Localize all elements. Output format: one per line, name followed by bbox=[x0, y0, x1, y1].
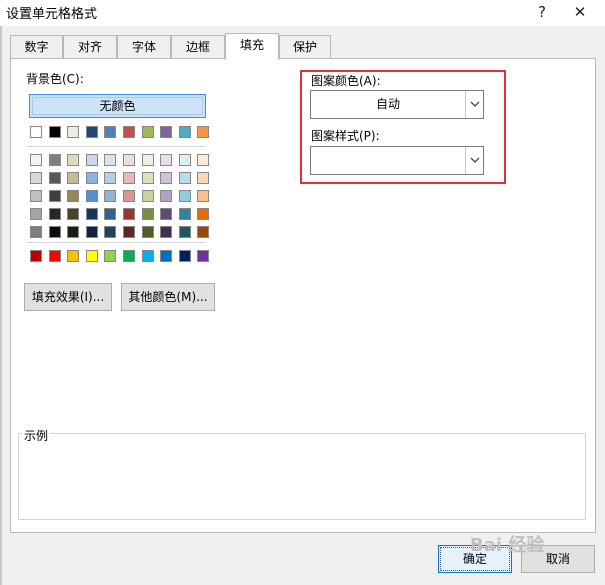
color-swatch[interactable] bbox=[67, 226, 80, 238]
color-swatch[interactable] bbox=[197, 126, 210, 138]
tab-protection[interactable]: 保护 bbox=[279, 35, 331, 59]
standard-color-swatch[interactable] bbox=[48, 250, 61, 262]
color-swatch[interactable] bbox=[30, 126, 42, 138]
color-swatch[interactable] bbox=[123, 126, 135, 138]
tab-border[interactable]: 边框 bbox=[171, 35, 225, 59]
standard-color-swatch[interactable] bbox=[104, 250, 117, 262]
color-swatch[interactable] bbox=[123, 190, 135, 202]
color-swatch[interactable] bbox=[123, 172, 135, 184]
palette-separator bbox=[26, 242, 206, 243]
color-swatch[interactable] bbox=[197, 190, 210, 202]
color-swatch[interactable] bbox=[160, 172, 173, 184]
color-swatch[interactable] bbox=[141, 226, 154, 238]
close-icon[interactable]: ✕ bbox=[566, 1, 594, 23]
color-swatch[interactable] bbox=[160, 226, 173, 238]
color-swatch[interactable] bbox=[141, 208, 154, 220]
focus-ring bbox=[32, 97, 203, 115]
color-swatch[interactable] bbox=[67, 208, 80, 220]
color-swatch[interactable] bbox=[48, 154, 61, 166]
standard-color-swatch[interactable] bbox=[141, 250, 154, 262]
color-swatch[interactable] bbox=[48, 172, 61, 184]
fill-effects-button[interactable]: 填充效果(I)... bbox=[24, 283, 112, 311]
color-swatch[interactable] bbox=[197, 208, 210, 220]
color-swatch[interactable] bbox=[85, 190, 98, 202]
color-swatch[interactable] bbox=[123, 154, 135, 166]
standard-color-swatch[interactable] bbox=[30, 250, 42, 262]
palette-separator bbox=[26, 146, 206, 147]
color-swatch[interactable] bbox=[85, 226, 98, 238]
color-swatch[interactable] bbox=[197, 154, 210, 166]
standard-color-swatch[interactable] bbox=[197, 250, 210, 262]
color-swatch[interactable] bbox=[141, 190, 154, 202]
color-swatch[interactable] bbox=[141, 154, 154, 166]
sample-box bbox=[18, 433, 586, 520]
format-cells-dialog: 设置单元格格式 ? ✕ 数字 对齐 字体 边框 填充 保护 背景色(C): 无颜… bbox=[0, 0, 605, 585]
color-swatch[interactable] bbox=[178, 226, 191, 238]
color-swatch[interactable] bbox=[104, 226, 117, 238]
tab-number[interactable]: 数字 bbox=[10, 35, 63, 59]
color-swatch[interactable] bbox=[67, 190, 80, 202]
color-swatch[interactable] bbox=[104, 190, 117, 202]
window-edge bbox=[0, 26, 2, 585]
color-swatch[interactable] bbox=[104, 126, 117, 138]
color-swatch[interactable] bbox=[48, 126, 61, 138]
color-swatch[interactable] bbox=[104, 208, 117, 220]
standard-color-swatch[interactable] bbox=[85, 250, 98, 262]
standard-color-swatch[interactable] bbox=[67, 250, 80, 262]
tab-alignment[interactable]: 对齐 bbox=[63, 35, 117, 59]
window-title: 设置单元格格式 bbox=[6, 7, 98, 22]
color-swatch[interactable] bbox=[48, 226, 61, 238]
color-swatch[interactable] bbox=[160, 190, 173, 202]
standard-color-swatch[interactable] bbox=[123, 250, 135, 262]
color-swatch[interactable] bbox=[85, 126, 98, 138]
color-swatch[interactable] bbox=[104, 154, 117, 166]
more-colors-button[interactable]: 其他颜色(M)... bbox=[121, 283, 215, 311]
color-swatch[interactable] bbox=[197, 172, 210, 184]
color-swatch[interactable] bbox=[67, 172, 80, 184]
no-color-button[interactable]: 无颜色 bbox=[29, 94, 206, 118]
color-swatch[interactable] bbox=[85, 208, 98, 220]
tab-fill[interactable]: 填充 bbox=[225, 33, 279, 60]
watermark: Bai 经验 bbox=[470, 535, 545, 556]
background-color-label: 背景色(C): bbox=[26, 72, 84, 86]
color-swatch[interactable] bbox=[160, 154, 173, 166]
color-swatch[interactable] bbox=[178, 190, 191, 202]
standard-color-swatch[interactable] bbox=[160, 250, 173, 262]
help-icon[interactable]: ? bbox=[528, 1, 556, 23]
color-swatch[interactable] bbox=[160, 126, 173, 138]
color-swatch[interactable] bbox=[178, 208, 191, 220]
color-swatch[interactable] bbox=[178, 172, 191, 184]
color-swatch[interactable] bbox=[48, 208, 61, 220]
color-swatch[interactable] bbox=[48, 190, 61, 202]
color-swatch[interactable] bbox=[85, 172, 98, 184]
color-swatch[interactable] bbox=[160, 208, 173, 220]
highlight-box bbox=[300, 70, 506, 184]
color-swatch[interactable] bbox=[85, 154, 98, 166]
color-swatch[interactable] bbox=[104, 172, 117, 184]
color-swatch[interactable] bbox=[67, 126, 80, 138]
color-swatch[interactable] bbox=[67, 154, 80, 166]
color-swatch[interactable] bbox=[30, 208, 42, 220]
color-swatch[interactable] bbox=[30, 154, 42, 166]
sample-label: 示例 bbox=[22, 427, 51, 444]
color-swatch[interactable] bbox=[197, 226, 210, 238]
color-swatch[interactable] bbox=[178, 154, 191, 166]
color-swatch[interactable] bbox=[178, 126, 191, 138]
color-swatch[interactable] bbox=[141, 126, 154, 138]
tab-font[interactable]: 字体 bbox=[117, 35, 171, 59]
color-swatch[interactable] bbox=[30, 190, 42, 202]
color-swatch[interactable] bbox=[141, 172, 154, 184]
color-swatch[interactable] bbox=[123, 226, 135, 238]
color-swatch[interactable] bbox=[30, 226, 42, 238]
standard-color-swatch[interactable] bbox=[178, 250, 191, 262]
color-swatch[interactable] bbox=[123, 208, 135, 220]
tab-bar: 数字 对齐 字体 边框 填充 保护 bbox=[10, 33, 595, 60]
title-bar: 设置单元格格式 ? ✕ bbox=[0, 0, 605, 26]
color-swatch[interactable] bbox=[30, 172, 42, 184]
